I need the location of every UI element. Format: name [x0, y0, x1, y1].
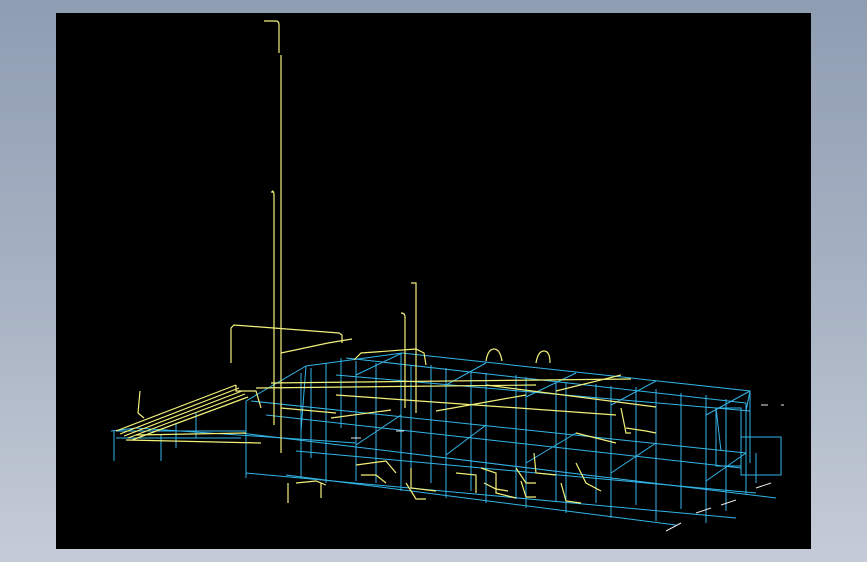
dimension-marks [351, 404, 784, 532]
wireframe-model [110, 20, 784, 532]
steel-structure [110, 352, 782, 526]
cad-viewport[interactable] [56, 13, 811, 549]
